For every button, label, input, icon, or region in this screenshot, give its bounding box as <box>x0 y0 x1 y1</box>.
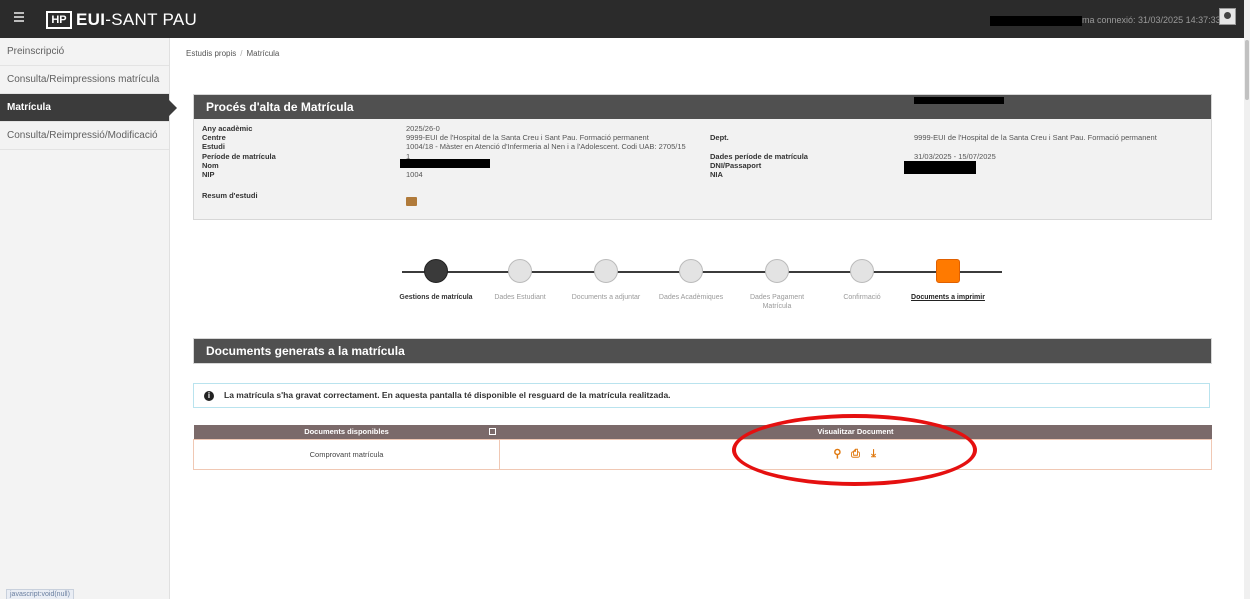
step-documents-imprimir[interactable]: Documents a imprimir <box>908 259 988 302</box>
info-icon: i <box>204 391 214 401</box>
progress-steps: Gestions de matrícula Dades Estudiant Do… <box>399 254 1002 324</box>
label-dept: Dept. <box>710 133 729 142</box>
proces-panel: Procés d'alta de Matrícula Any acadèmic … <box>193 94 1212 220</box>
label-estudi: Estudi <box>202 142 225 151</box>
top-bar: HP EUI-SANT PAU ma connexió: 31/03/2025 … <box>0 0 1250 38</box>
redacted-dni-nia <box>904 161 976 174</box>
step-confirmacio-marker <box>850 259 874 283</box>
breadcrumb-matricula: Matrícula <box>246 49 280 58</box>
step-dades-academiques: Dades Acadèmiques <box>651 259 731 302</box>
sidebar-item-preinscripcio[interactable]: Preinscripció <box>0 38 169 66</box>
table-row: Comprovant matrícula ⚲ ⎙ ⤓ <box>193 438 1212 470</box>
redacted-username <box>990 16 1082 26</box>
app-logo[interactable]: HP EUI-SANT PAU <box>46 10 197 30</box>
documents-panel-title: Documents generats a la matrícula <box>194 339 1211 363</box>
documents-panel: Documents generats a la matrícula <box>193 338 1212 364</box>
step-confirmacio: Confirmació <box>822 259 902 302</box>
label-dni: DNI/Passaport <box>710 161 762 170</box>
column-documents-disponibles[interactable]: Documents disponibles <box>193 425 500 439</box>
alert-message: La matrícula s'ha gravat correctament. E… <box>224 390 671 400</box>
sidebar-item-consulta-reimpressions[interactable]: Consulta/Reimpressions matrícula <box>0 66 169 94</box>
label-nip: NIP <box>202 170 215 179</box>
value-estudi: 1004/18 - Màster en Atenció d'Infermeria… <box>406 142 686 151</box>
label-centre: Centre <box>202 133 226 142</box>
table-header-row: Documents disponibles Visualitzar Docume… <box>193 425 1212 439</box>
step-documents-imprimir-marker[interactable] <box>936 259 960 283</box>
logo-text: EUI-SANT PAU <box>76 10 198 29</box>
scrollbar-thumb[interactable] <box>1245 40 1249 100</box>
value-centre: 9999-EUI de l'Hospital de la Santa Creu … <box>406 133 649 142</box>
column-sort-icon[interactable] <box>488 428 496 435</box>
step-confirmacio-label: Confirmació <box>843 294 881 301</box>
breadcrumb-estudis-propis[interactable]: Estudis propis <box>186 49 236 58</box>
logo-mark: HP <box>46 11 72 29</box>
sidebar: Preinscripció Consulta/Reimpressions mat… <box>0 38 177 599</box>
breadcrumb: Estudis propis / Matrícula <box>186 49 279 58</box>
hamburger-menu-icon[interactable] <box>14 12 24 22</box>
value-dept: 9999-EUI de l'Hospital de la Santa Creu … <box>914 133 1157 142</box>
step-dades-pagament: Dades Pagament Matrícula <box>737 259 817 311</box>
redacted-header-info <box>914 97 1004 104</box>
step-dades-estudiant: Dades Estudiant <box>480 259 560 302</box>
proces-panel-title: Procés d'alta de Matrícula <box>194 95 1211 119</box>
annotation-circle <box>732 414 977 486</box>
student-info: Any acadèmic 2025/26-0 Centre 9999-EUI d… <box>194 119 1211 219</box>
success-alert: i La matrícula s'ha gravat correctament.… <box>193 383 1210 408</box>
step-dades-estudiant-label: Dades Estudiant <box>494 294 546 301</box>
label-nia: NIA <box>710 170 723 179</box>
label-any-academic: Any acadèmic <box>202 124 253 133</box>
status-url: javascript:void(null) <box>6 589 74 599</box>
last-connection[interactable]: ma connexió: 31/03/2025 14:37:33) ▾ <box>1082 15 1231 26</box>
step-dades-pagament-marker <box>765 259 789 283</box>
documents-table: Documents disponibles Visualitzar Docume… <box>193 425 1212 470</box>
value-any-academic: 2025/26-0 <box>406 124 440 133</box>
label-nom: Nom <box>202 161 219 170</box>
step-documents-adjuntar-marker <box>594 259 618 283</box>
step-documents-adjuntar-label: Documents a adjuntar <box>571 294 641 301</box>
page-scrollbar[interactable] <box>1244 0 1250 599</box>
sidebar-item-matricula[interactable]: Matrícula <box>0 94 177 122</box>
step-documents-imprimir-label[interactable]: Documents a imprimir <box>908 293 988 302</box>
user-avatar-icon[interactable] <box>1219 8 1236 25</box>
value-dades-periode: 31/03/2025 - 15/07/2025 <box>914 152 996 161</box>
label-dades-periode: Dades període de matrícula <box>710 152 808 161</box>
step-gestions-marker <box>424 259 448 283</box>
step-gestions-label: Gestions de matrícula <box>399 294 473 301</box>
step-dades-academiques-label: Dades Acadèmiques <box>658 294 724 301</box>
step-dades-pagament-label: Dades Pagament Matrícula <box>749 294 805 310</box>
value-nip: 1004 <box>406 170 423 179</box>
step-gestions: Gestions de matrícula <box>396 259 476 302</box>
sidebar-item-consulta-modificacio[interactable]: Consulta/Reimpressió/Modificació <box>0 122 169 150</box>
label-periode: Període de matrícula <box>202 152 276 161</box>
step-dades-estudiant-marker <box>508 259 532 283</box>
label-resum-estudi: Resum d'estudi <box>202 191 258 200</box>
step-documents-adjuntar: Documents a adjuntar <box>566 259 646 302</box>
step-dades-academiques-marker <box>679 259 703 283</box>
breadcrumb-separator: / <box>240 49 243 58</box>
redacted-nom <box>400 159 490 168</box>
folder-icon[interactable] <box>406 197 417 206</box>
document-name: Comprovant matrícula <box>193 438 500 470</box>
